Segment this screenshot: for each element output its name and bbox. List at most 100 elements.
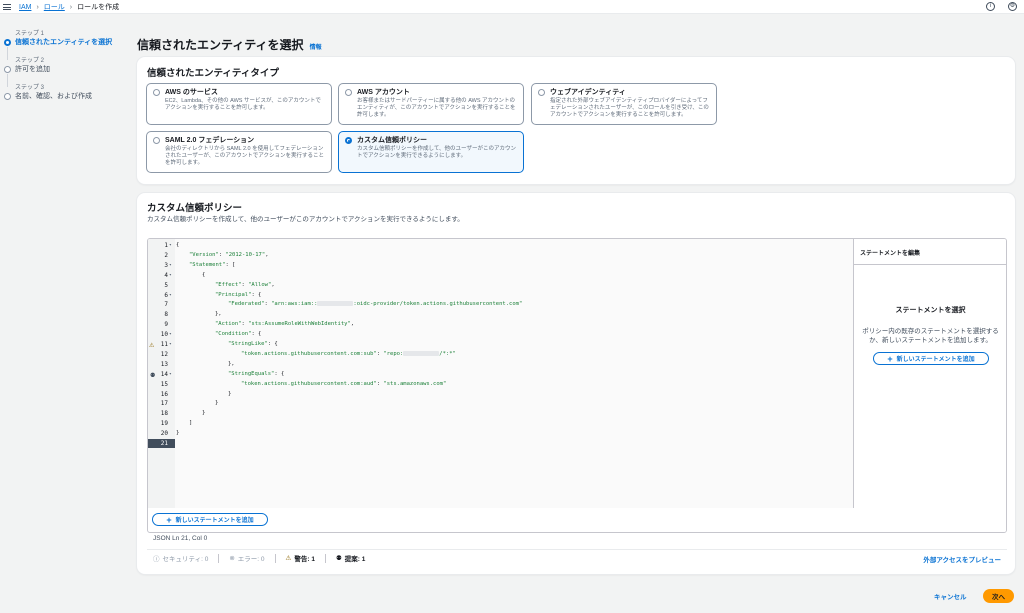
code-text: "StringLike": { <box>228 341 278 347</box>
code-line[interactable]: 3 ▾ "Statement": [ <box>148 261 848 270</box>
step-title: 許可を追加 <box>15 66 50 73</box>
code-line[interactable]: 5 "Effect": "Allow", <box>148 281 848 290</box>
breadcrumb-iam[interactable]: IAM <box>19 4 31 11</box>
code-line[interactable]: 20} <box>148 429 848 438</box>
line-number: 10 <box>160 331 168 339</box>
redacted-value <box>317 301 354 307</box>
code-text: "Version": "2012-10-17", <box>189 251 269 258</box>
tile-aws-account[interactable]: AWS アカウント お客様またはサードパーティーに属する他の AWS アカウント… <box>338 83 524 125</box>
fold-icon[interactable]: ▾ <box>169 330 172 339</box>
custom-policy-description: カスタム信頼ポリシーを作成して、他のユーザーがこのアカウントでアクションを実行で… <box>147 216 464 223</box>
code-text: "token.actions.githubusercontent.com:sub… <box>241 350 456 357</box>
radio-button[interactable] <box>153 137 160 144</box>
tile-title: SAML 2.0 フェデレーション <box>165 137 255 144</box>
cancel-button[interactable]: キャンセル <box>934 591 967 601</box>
fold-icon[interactable]: ▾ <box>169 291 172 300</box>
line-number: 3 <box>164 261 168 269</box>
line-number: 4 <box>164 271 168 279</box>
step-2: ステップ 2 許可を追加 <box>3 57 128 87</box>
info-icon[interactable]: i <box>986 2 995 11</box>
code-line[interactable]: 1 ▾ { <box>148 241 848 250</box>
error-count[interactable]: ⊗ エラー: 0 <box>229 553 264 563</box>
chevron-right-icon: › <box>69 3 73 11</box>
plus-icon: + <box>887 353 893 364</box>
line-number: 11 <box>160 341 168 348</box>
line-number: 19 <box>160 420 168 428</box>
divider <box>218 553 220 563</box>
code-line[interactable]: 11 ▾ "StringLike": { <box>148 340 848 349</box>
code-line[interactable]: 9 "Action": "sts:AssumeRoleWithWebIdentit… <box>148 320 848 329</box>
warning-count[interactable]: ⚠ 警告: 1 <box>286 553 315 563</box>
tile-aws-service[interactable]: AWS のサービス EC2、Lambda、その他の AWS サービスが、このアカ… <box>146 83 332 125</box>
divider <box>274 553 276 563</box>
code-line[interactable]: 18} <box>148 409 848 418</box>
tile-title: AWS アカウント <box>357 89 410 96</box>
code-editor[interactable]: ⚠ ⚉ + 新しいステートメントを追加 1 ▾{2 "Version": "2012… <box>148 239 854 526</box>
code-text: "Principal": { <box>215 291 262 298</box>
radio-button[interactable] <box>153 89 160 96</box>
security-count[interactable]: ⓘ セキュリティ: 0 <box>153 553 208 563</box>
line-number: 16 <box>160 390 168 398</box>
error-label: エラー: 0 <box>237 556 265 563</box>
code-line[interactable]: 8}, <box>148 310 848 319</box>
code-text: ] <box>189 420 193 427</box>
entity-type-heading: 信頼されたエンティティタイプ <box>147 68 279 79</box>
line-number: 12 <box>160 350 168 358</box>
fold-icon[interactable]: ▾ <box>169 261 172 270</box>
radio-button-selected[interactable] <box>345 137 352 144</box>
step-number: ステップ 2 <box>15 58 45 64</box>
tile-web-identity[interactable]: ウェブアイデンティティ 指定された外部ウェブアイデンティティプロバイダーによって… <box>531 83 717 125</box>
shield-icon: ⓘ <box>153 556 160 563</box>
line-number: 17 <box>160 400 168 408</box>
menu-icon[interactable] <box>3 3 11 11</box>
code-line[interactable]: 14 ▾ "StringEquals": { <box>148 370 848 379</box>
warning-label: 警告: 1 <box>294 556 315 563</box>
code-line[interactable]: 17} <box>148 399 848 408</box>
code-line[interactable]: 13}, <box>148 360 848 369</box>
preview-external-access-link[interactable]: 外部アクセスをプレビュー <box>923 554 1001 564</box>
code-line[interactable]: 4 ▾ { <box>148 271 848 280</box>
radio-button[interactable] <box>345 89 352 96</box>
fold-icon[interactable]: ▾ <box>169 271 172 280</box>
code-line[interactable]: 2 "Version": "2012-10-17", <box>148 251 848 260</box>
code-line[interactable]: 6 ▾ "Principal": { <box>148 291 848 300</box>
code-text: } <box>228 390 232 397</box>
code-line[interactable]: 16} <box>148 390 848 399</box>
suggestion-count[interactable]: ⚉ 提案: 1 <box>336 553 365 563</box>
code-line[interactable]: 7 "Federated": "arn:aws:iam:::oidc-provid… <box>148 300 848 309</box>
code-line[interactable]: 10 ▾ "Condition": { <box>148 330 848 339</box>
add-statement-label: 新しいステートメントを追加 <box>175 518 254 524</box>
line-number: 15 <box>160 380 168 388</box>
lightbulb-icon: ⚉ <box>335 555 342 562</box>
line-number: 9 <box>164 321 168 329</box>
settings-icon[interactable]: ⚙ <box>1008 2 1017 11</box>
code-line[interactable]: 21 <box>148 439 848 448</box>
tile-custom-trust-policy[interactable]: カスタム信頼ポリシー カスタム信頼ポリシーを作成して、他のユーザーがこのアカウン… <box>338 131 524 173</box>
breadcrumb-roles[interactable]: ロール <box>44 2 65 12</box>
custom-policy-card: カスタム信頼ポリシー カスタム信頼ポリシーを作成して、他のユーザーがこのアカウン… <box>137 193 1015 574</box>
step-number: ステップ 3 <box>15 85 45 91</box>
code-line[interactable]: 12 "token.actions.githubusercontent.com:s… <box>148 350 848 359</box>
error-icon: ⊗ <box>229 555 235 562</box>
code-text: }, <box>215 311 222 318</box>
step-title: 名前、確認、および作成 <box>15 93 92 100</box>
code-line[interactable]: 15 "token.actions.githubusercontent.com:a… <box>148 380 848 389</box>
add-statement-button[interactable]: + 新しいステートメントを追加 <box>152 513 268 526</box>
chevron-right-icon: › <box>36 3 39 11</box>
cursor-position: JSON Ln 21, Col 0 <box>153 535 208 542</box>
panel-add-statement-button[interactable]: + 新しいステートメントを追加 <box>873 352 989 365</box>
code-text: "Condition": { <box>215 331 262 338</box>
tile-saml-federation[interactable]: SAML 2.0 フェデレーション 会社のディレクトリから SAML 2.0 を… <box>146 131 332 173</box>
fold-icon[interactable]: ▾ <box>169 241 172 250</box>
info-link[interactable]: 情報 <box>310 42 322 51</box>
suggestion-label: 提案: 1 <box>344 556 366 563</box>
tile-title: AWS のサービス <box>165 89 218 96</box>
radio-button[interactable] <box>538 89 545 96</box>
panel-title: ステートメントを選択 <box>895 307 966 314</box>
line-number: 7 <box>164 301 168 309</box>
next-button[interactable]: 次へ <box>983 589 1014 603</box>
fold-icon[interactable]: ▾ <box>169 340 172 349</box>
code-line[interactable]: 19] <box>148 419 848 428</box>
line-number: 8 <box>164 311 168 319</box>
fold-icon[interactable]: ▾ <box>169 370 172 379</box>
